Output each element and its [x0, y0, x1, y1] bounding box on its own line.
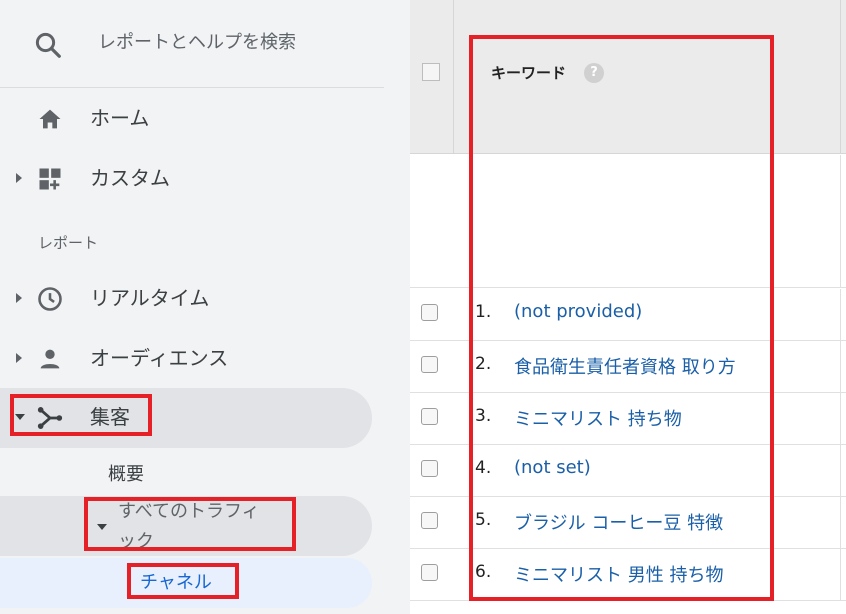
nav-audience-label: オーディエンス [90, 346, 229, 370]
section-label-reports: レポート [38, 234, 99, 252]
keyword-link[interactable]: ミニマリスト 持ち物 [514, 405, 682, 431]
nav-channels[interactable]: チャネル [0, 558, 372, 608]
dashboard-add-icon [39, 168, 61, 190]
table-row: 1. (not provided) [410, 289, 846, 341]
column-divider [840, 341, 841, 393]
keyword-column-header[interactable]: キーワード [491, 62, 566, 83]
nav-custom[interactable]: カスタム [0, 150, 372, 206]
nav-home-label: ホーム [90, 106, 150, 130]
nav-audience[interactable]: オーディエンス [0, 330, 372, 386]
caret-right-icon [16, 173, 22, 183]
row-number: 1. [475, 302, 492, 322]
caret-down-icon [15, 414, 25, 420]
help-icon[interactable]: ? [584, 63, 604, 83]
acquisition-icon [37, 407, 63, 429]
column-divider [840, 393, 841, 445]
table-row: 5. ブラジル コーヒー豆 特徴 [410, 497, 846, 549]
row-number: 3. [475, 406, 492, 426]
row-checkbox[interactable] [421, 356, 438, 373]
row-checkbox[interactable] [421, 564, 438, 581]
nav-realtime[interactable]: リアルタイム [0, 270, 372, 326]
column-divider [840, 549, 841, 601]
nav-acquisition-overview[interactable]: 概要 [108, 460, 144, 486]
search-icon [35, 32, 61, 58]
column-divider [840, 155, 841, 288]
nav-custom-label: カスタム [90, 166, 170, 190]
column-divider [840, 289, 841, 341]
table-row: 3. ミニマリスト 持ち物 [410, 393, 846, 445]
caret-down-icon [97, 524, 107, 530]
caret-right-icon [16, 293, 22, 303]
column-divider [840, 497, 841, 549]
nav-channels-label: チャネル [140, 572, 212, 593]
select-all-checkbox[interactable] [422, 63, 440, 81]
sidebar: レポートとヘルプを検索 ホーム カスタム レポート リアルタイム オーディエンス… [0, 0, 410, 614]
row-checkbox[interactable] [421, 512, 438, 529]
row-number: 6. [475, 562, 492, 582]
column-divider [453, 0, 454, 154]
row-number: 2. [475, 354, 492, 374]
table-row: 2. 食品衛生責任者資格 取り方 [410, 341, 846, 393]
row-checkbox[interactable] [421, 304, 438, 321]
keyword-link[interactable]: 食品衛生責任者資格 取り方 [514, 353, 736, 379]
nav-all-traffic[interactable]: すべてのトラフィ ック [0, 496, 372, 556]
keyword-link[interactable]: (not set) [514, 457, 591, 478]
row-number: 4. [475, 458, 492, 478]
keyword-link[interactable]: ミニマリスト 男性 持ち物 [514, 561, 723, 587]
table-row: 6. ミニマリスト 男性 持ち物 [410, 549, 846, 601]
report-search[interactable]: レポートとヘルプを検索 [0, 0, 384, 88]
keyword-link[interactable]: (not provided) [514, 301, 642, 322]
home-icon [39, 109, 61, 129]
nav-all-traffic-label-cont: ック [118, 531, 154, 552]
column-divider [840, 445, 841, 497]
row-checkbox[interactable] [421, 460, 438, 477]
nav-acquisition[interactable]: 集客 [0, 388, 372, 448]
keyword-link[interactable]: ブラジル コーヒー豆 特徴 [514, 509, 723, 535]
nav-acquisition-label: 集客 [90, 405, 130, 429]
nav-all-traffic-label: すべてのトラフィ [118, 501, 260, 522]
caret-right-icon [16, 353, 22, 363]
nav-realtime-label: リアルタイム [90, 286, 210, 310]
table-header: キーワード ? [410, 0, 846, 154]
person-icon [40, 349, 60, 369]
clock-icon [38, 287, 62, 311]
row-checkbox[interactable] [421, 408, 438, 425]
table-row: 4. (not set) [410, 445, 846, 497]
row-number: 5. [475, 510, 492, 530]
search-input[interactable]: レポートとヘルプを検索 [98, 30, 296, 56]
column-divider [840, 0, 841, 154]
summary-row [410, 155, 846, 288]
nav-home[interactable]: ホーム [0, 90, 372, 146]
data-table: キーワード ? 1. (not provided) 2. 食品衛生責任者資格 取… [410, 0, 846, 614]
